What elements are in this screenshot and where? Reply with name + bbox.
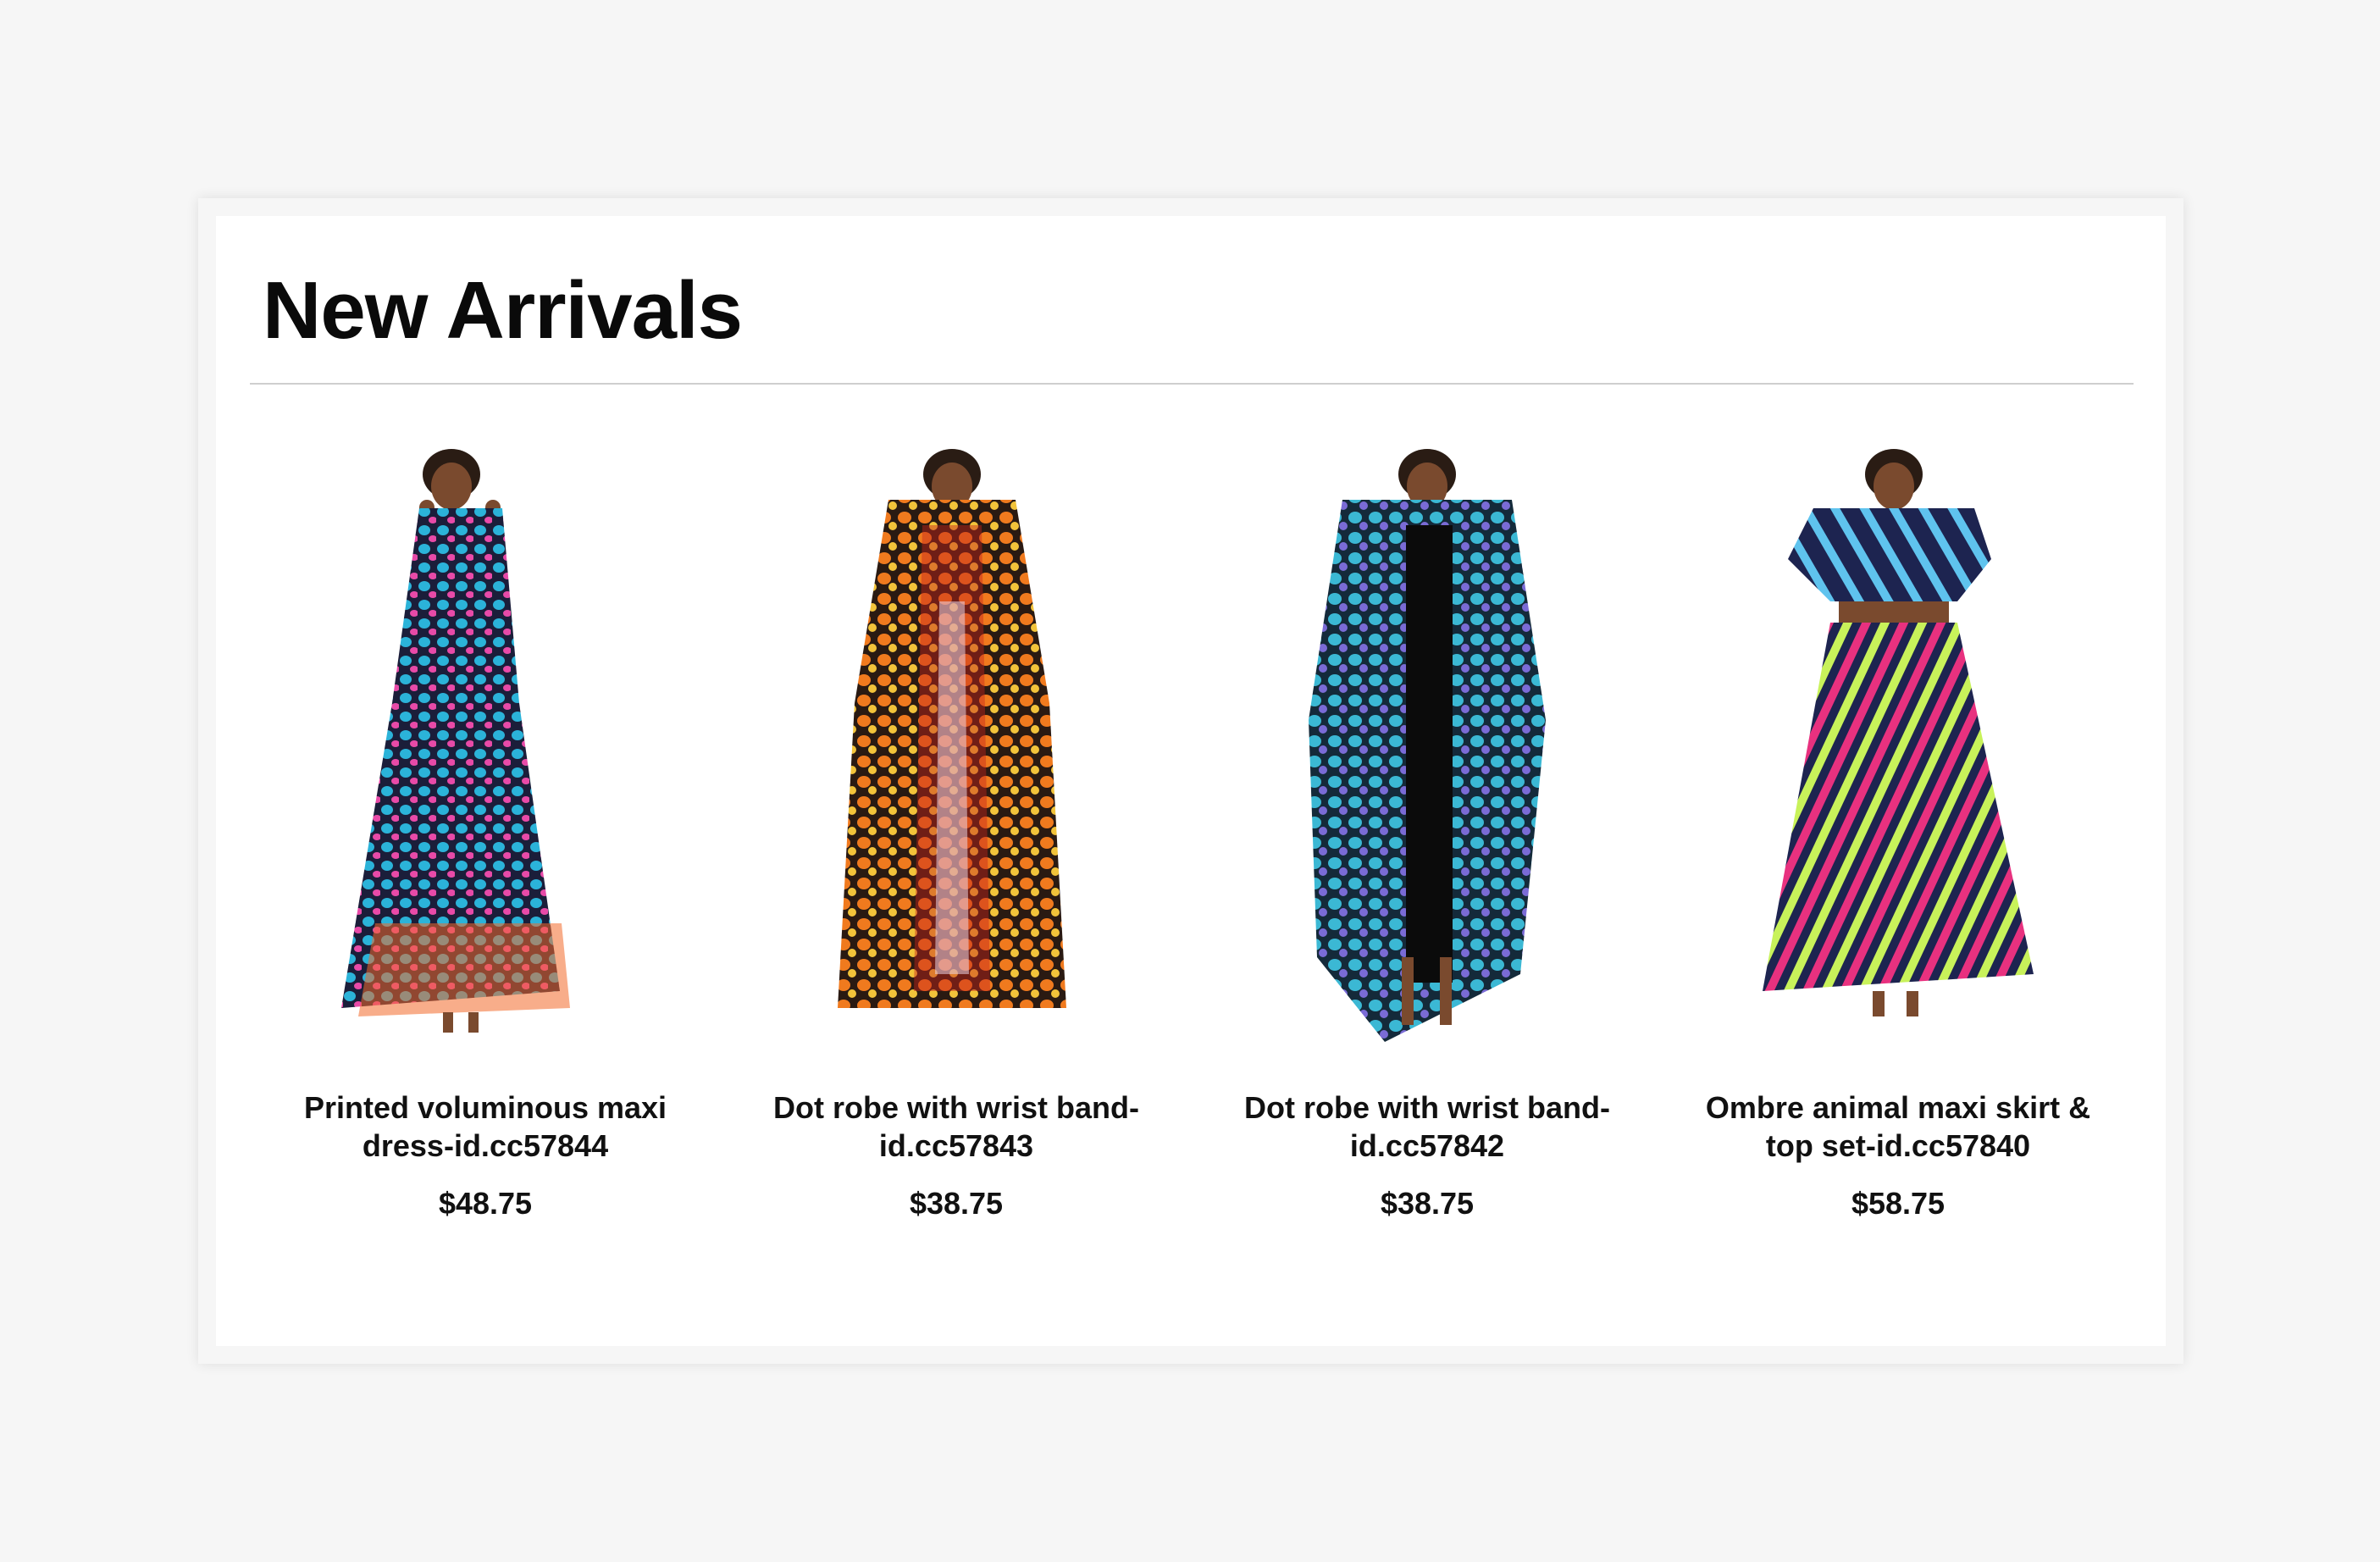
product-image[interactable] bbox=[1737, 449, 2059, 1042]
new-arrivals-section: New Arrivals Printed voluminous maxi dre… bbox=[198, 198, 2184, 1364]
product-image[interactable] bbox=[324, 449, 646, 1042]
robe-illustration bbox=[1309, 449, 1546, 1042]
product-name[interactable]: Dot robe with wrist band-id.cc57843 bbox=[744, 1088, 1168, 1165]
product-grid: Printed voluminous maxi dress-id.cc57844… bbox=[250, 449, 2134, 1296]
product-image[interactable] bbox=[1266, 449, 1588, 1042]
new-arrivals-panel: New Arrivals Printed voluminous maxi dre… bbox=[216, 216, 2166, 1346]
product-price: $58.75 bbox=[1851, 1186, 1946, 1221]
section-title: New Arrivals bbox=[263, 265, 743, 356]
product-card[interactable]: Dot robe with wrist band-id.cc57842 $38.… bbox=[1192, 449, 1663, 1296]
robe-illustration bbox=[838, 449, 1066, 1008]
dress-illustration bbox=[341, 449, 570, 1033]
product-card[interactable]: Printed voluminous maxi dress-id.cc57844… bbox=[250, 449, 721, 1296]
product-name[interactable]: Printed voluminous maxi dress-id.cc57844 bbox=[274, 1088, 697, 1165]
product-card[interactable]: Dot robe with wrist band-id.cc57843 $38.… bbox=[721, 449, 1192, 1296]
title-divider bbox=[250, 383, 2134, 385]
product-price: $48.75 bbox=[438, 1186, 533, 1221]
product-name[interactable]: Dot robe with wrist band-id.cc57842 bbox=[1215, 1088, 1639, 1165]
product-name[interactable]: Ombre animal maxi skirt & top set-id.cc5… bbox=[1686, 1088, 2110, 1165]
skirt-set-illustration bbox=[1763, 449, 2034, 1016]
product-card[interactable]: Ombre animal maxi skirt & top set-id.cc5… bbox=[1663, 449, 2134, 1296]
product-image[interactable] bbox=[795, 449, 1117, 1042]
product-price: $38.75 bbox=[909, 1186, 1004, 1221]
product-price: $38.75 bbox=[1380, 1186, 1475, 1221]
